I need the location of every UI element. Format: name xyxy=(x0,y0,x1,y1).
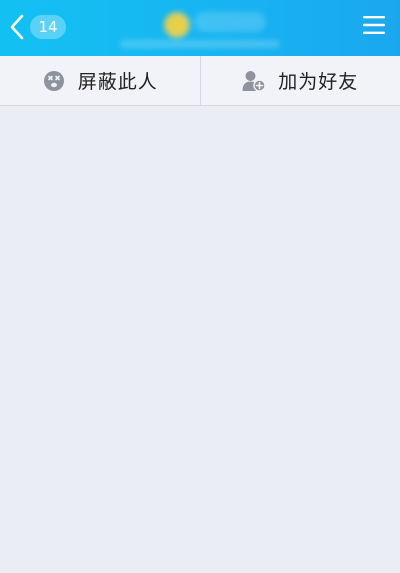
back-button[interactable]: 14 xyxy=(6,10,66,44)
top-bar: 14 xyxy=(0,0,400,56)
chat-screen: 14 屏蔽此人 加为好友 xyxy=(0,0,400,573)
block-face-icon xyxy=(42,69,66,93)
add-friend-icon xyxy=(242,69,266,93)
contact-title-blurred xyxy=(118,6,283,52)
block-user-button[interactable]: 屏蔽此人 xyxy=(0,56,200,105)
blurred-name xyxy=(194,12,266,32)
block-user-label: 屏蔽此人 xyxy=(77,71,158,93)
blurred-avatar xyxy=(162,10,192,40)
add-friend-button[interactable]: 加为好友 xyxy=(199,56,400,105)
chevron-left-icon xyxy=(6,10,28,44)
message-area xyxy=(0,106,400,573)
add-friend-label: 加为好友 xyxy=(278,71,359,93)
blurred-subtitle xyxy=(120,40,280,48)
unread-count-badge: 14 xyxy=(30,15,66,39)
action-bar: 屏蔽此人 加为好友 xyxy=(0,56,400,106)
menu-button[interactable] xyxy=(362,14,386,40)
hamburger-menu-icon xyxy=(363,15,385,39)
